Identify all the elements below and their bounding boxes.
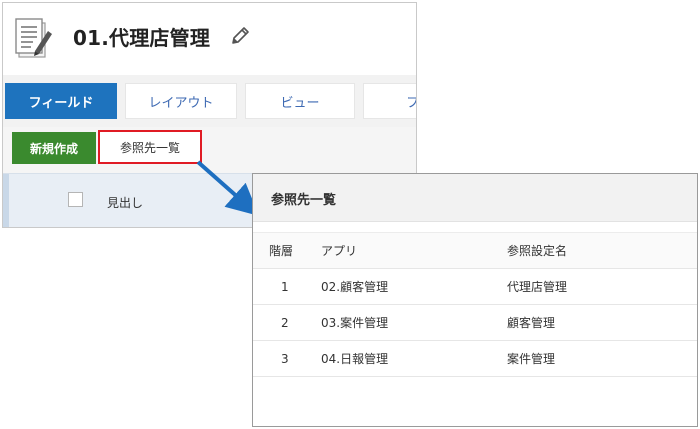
column-header-setting: 参照設定名: [507, 244, 568, 258]
app-header: 01.代理店管理: [3, 3, 416, 75]
document-pen-icon: [15, 18, 52, 58]
app-title: 01.代理店管理: [73, 26, 211, 50]
row-level: 1: [281, 279, 289, 294]
dialog-title: 参照先一覧: [271, 193, 337, 208]
row-setting: 代理店管理: [507, 280, 568, 294]
dialog-header: 参照先一覧: [253, 174, 697, 222]
tab-strip: フィールド レイアウト ビュー フィ: [3, 75, 416, 127]
tab-fi[interactable]: フィ: [363, 83, 416, 119]
table-row: 3 04.日報管理 案件管理: [253, 341, 697, 377]
row-app: 02.顧客管理: [321, 280, 389, 294]
reference-list-button[interactable]: 参照先一覧: [98, 130, 202, 164]
reference-table: 階層 アプリ 参照設定名 1 02.顧客管理 代理店管理 2 03.案件管理 顧…: [253, 232, 697, 377]
row-setting: 顧客管理: [507, 316, 556, 330]
column-header-level: 階層: [269, 244, 294, 258]
tab-layout[interactable]: レイアウト: [125, 83, 237, 119]
table-header-row: 階層 アプリ 参照設定名: [253, 232, 697, 269]
list-header-tint: [3, 174, 9, 227]
heading-column-label: 見出し: [107, 196, 144, 210]
row-app: 03.案件管理: [321, 316, 389, 330]
row-level: 3: [281, 351, 289, 366]
reference-list-dialog: 参照先一覧 階層 アプリ 参照設定名 1 02.顧客管理 代理店管理 2 03.…: [252, 173, 698, 427]
row-setting: 案件管理: [507, 352, 556, 366]
table-row: 2 03.案件管理 顧客管理: [253, 305, 697, 341]
tab-view[interactable]: ビュー: [245, 83, 355, 119]
new-record-button[interactable]: 新規作成: [12, 132, 96, 164]
row-level: 2: [281, 315, 289, 330]
select-all-checkbox[interactable]: [68, 192, 83, 207]
pencil-icon[interactable]: [229, 25, 251, 47]
table-row: 1 02.顧客管理 代理店管理: [253, 269, 697, 305]
row-app: 04.日報管理: [321, 352, 389, 366]
tab-field[interactable]: フィールド: [5, 83, 117, 119]
column-header-app: アプリ: [321, 244, 358, 258]
